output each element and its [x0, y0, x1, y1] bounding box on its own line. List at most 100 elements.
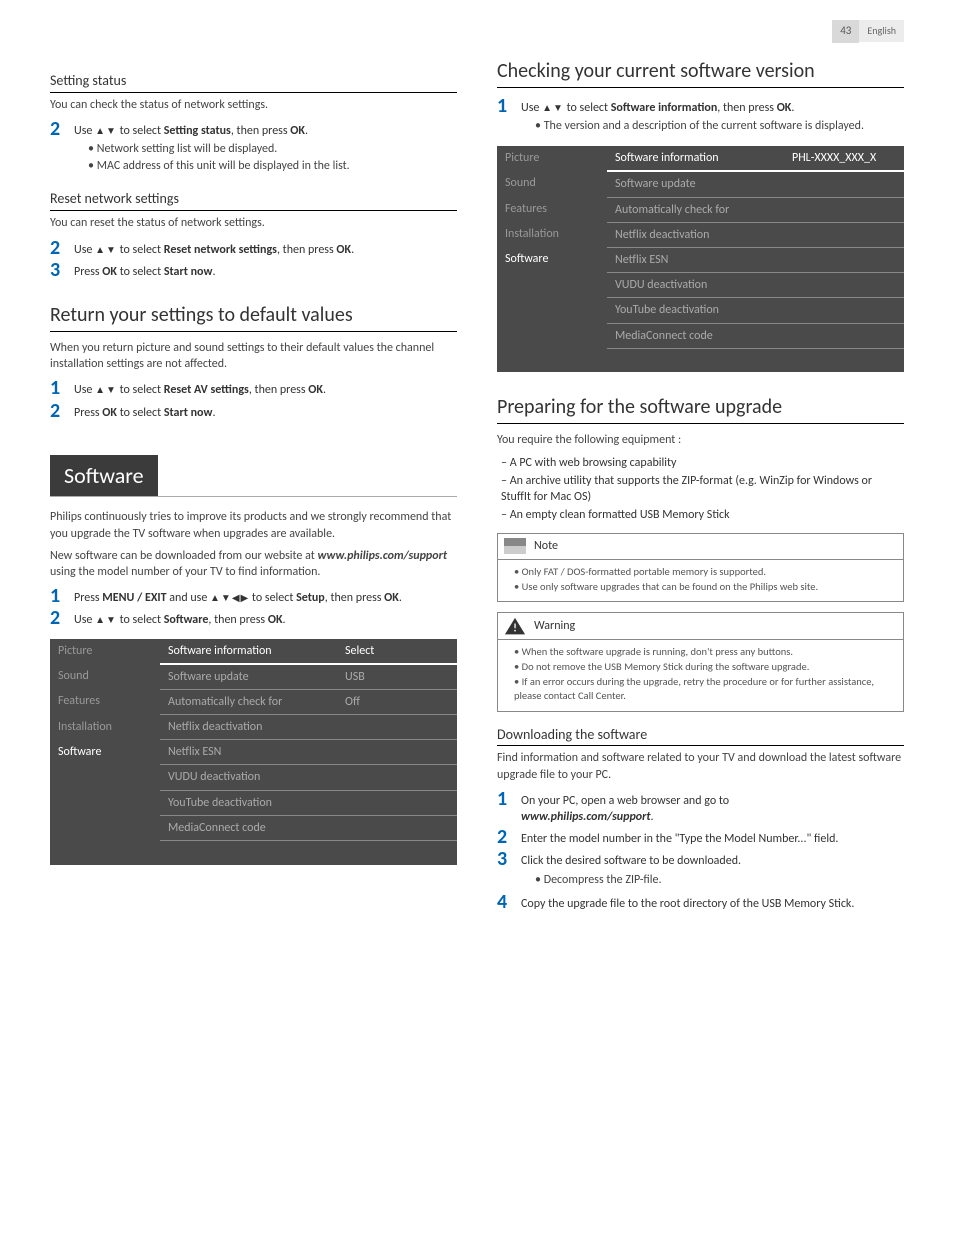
step-number: 2	[50, 401, 64, 421]
menu-side-item: Installation	[497, 222, 607, 247]
heading-reset-network: Reset network settings	[50, 190, 457, 211]
step-body: Use ▲▼ to select Software information, t…	[521, 96, 904, 136]
menu-row-label: MediaConnect code	[607, 323, 784, 348]
menu-row-label: Netflix ESN	[607, 247, 784, 272]
software-banner-wrap: Software	[50, 425, 457, 498]
menu-side-item: Picture	[497, 146, 607, 171]
software-intro-1: Philips continuously tries to improve it…	[50, 509, 457, 541]
menu-row-label: Software information	[607, 146, 784, 171]
menu-side-item	[497, 298, 607, 323]
menu-side-item: Picture	[50, 639, 160, 664]
step-body: Use ▲▼ to select Software, then press OK…	[74, 608, 457, 628]
step-body: Copy the upgrade file to the root direct…	[521, 892, 904, 912]
step-body: Use ▲▼ to select Reset AV settings, then…	[74, 378, 457, 398]
prep-desc: You require the following equipment :	[497, 432, 904, 448]
menu-row-label: VUDU deactivation	[607, 273, 784, 298]
menu-row-value: Off	[337, 689, 457, 714]
support-url: www.philips.com/support	[317, 549, 447, 563]
note-box: Note Only FAT / DOS-formatted portable m…	[497, 533, 904, 602]
step-body: Press OK to select Start now.	[74, 401, 457, 421]
menu-row-label: Automatically check for	[607, 197, 784, 222]
step-body: Press MENU / EXIT and use ▲▼◀▶ to select…	[74, 586, 457, 606]
menu-row-value	[784, 247, 904, 272]
menu-row-value: USB	[337, 664, 457, 690]
menu-row-value	[784, 298, 904, 323]
menu-row-label: Netflix deactivation	[160, 715, 337, 740]
heading-setting-status: Setting status	[50, 72, 457, 93]
arrows-icon: ▲▼◀▶	[210, 591, 249, 604]
software-menu-table: PictureSoftware informationSelectSoundSo…	[50, 639, 457, 865]
menu-row-label: Automatically check for	[160, 689, 337, 714]
menu-row-label: YouTube deactivation	[607, 298, 784, 323]
menu-row-value	[784, 323, 904, 348]
menu-row-value: PHL-XXXX_XXX_X	[784, 146, 904, 171]
menu-row-value	[337, 790, 457, 815]
defaults-desc: When you return picture and sound settin…	[50, 340, 457, 372]
menu-row-value	[784, 222, 904, 247]
note-icon	[504, 538, 526, 554]
step-number: 2	[497, 827, 511, 847]
bullet: The version and a description of the cur…	[535, 118, 904, 134]
dash-item: A PC with web browsing capability	[501, 455, 904, 471]
step-number: 3	[50, 260, 64, 280]
menu-side-item: Installation	[50, 715, 160, 740]
step-number: 1	[497, 96, 511, 116]
updown-icon: ▲▼	[95, 383, 117, 396]
download-desc: Find information and software related to…	[497, 750, 904, 782]
step-body: Click the desired software to be downloa…	[521, 849, 904, 889]
menu-row-value	[337, 765, 457, 790]
menu-side-item	[50, 815, 160, 840]
software-intro-2: New software can be downloaded from our …	[50, 548, 457, 580]
menu-row-label: VUDU deactivation	[160, 765, 337, 790]
menu-row-value	[337, 715, 457, 740]
software-banner: Software	[50, 455, 158, 497]
menu-row-value	[337, 740, 457, 765]
menu-side-item: Features	[497, 197, 607, 222]
note-title: Note	[534, 538, 558, 554]
setting-status-desc: You can check the status of network sett…	[50, 97, 457, 113]
menu-row-label: Software information	[160, 639, 337, 664]
software-info-menu-table: PictureSoftware informationPHL-XXXX_XXX_…	[497, 146, 904, 372]
menu-side-item: Software	[50, 740, 160, 765]
updown-icon: ▲▼	[95, 243, 117, 256]
bullet: Decompress the ZIP-file.	[535, 872, 904, 888]
step-number: 3	[497, 849, 511, 869]
step-number: 1	[497, 789, 511, 809]
menu-row-value	[337, 815, 457, 840]
menu-row-label: Software update	[607, 171, 784, 197]
svg-text:!: !	[513, 621, 517, 634]
menu-row-label: Software update	[160, 664, 337, 690]
menu-row-value	[784, 171, 904, 197]
right-column: Checking your current software version 1…	[497, 58, 904, 916]
step-body: Press OK to select Start now.	[74, 260, 457, 280]
menu-row-label: Netflix deactivation	[607, 222, 784, 247]
menu-side-item	[497, 273, 607, 298]
menu-side-item	[50, 790, 160, 815]
menu-row-value	[784, 273, 904, 298]
warning-bullet: When the software upgrade is running, do…	[514, 645, 893, 659]
step-number: 2	[50, 119, 64, 139]
menu-side-item: Sound	[50, 664, 160, 690]
updown-icon: ▲▼	[95, 124, 117, 137]
menu-row-value: Select	[337, 639, 457, 664]
support-url: www.philips.com/support	[521, 810, 651, 824]
step-body: Use ▲▼ to select Setting status, then pr…	[74, 119, 457, 177]
bullet: Network setting list will be displayed.	[88, 141, 457, 157]
step-number: 2	[50, 238, 64, 258]
dash-item: An archive utility that supports the ZIP…	[501, 473, 904, 505]
page-header: 43English	[50, 20, 904, 43]
menu-row-label: YouTube deactivation	[160, 790, 337, 815]
warning-bullet: If an error occurs during the upgrade, r…	[514, 675, 893, 703]
step-number: 2	[50, 608, 64, 628]
left-column: Setting status You can check the status …	[50, 58, 457, 916]
step-body: Use ▲▼ to select Reset network settings,…	[74, 238, 457, 258]
menu-side-item: Sound	[497, 171, 607, 197]
step-body: Enter the model number in the "Type the …	[521, 827, 904, 847]
menu-side-item: Software	[497, 247, 607, 272]
heading-downloading: Downloading the software	[497, 726, 904, 747]
step-body: On your PC, open a web browser and go to…	[521, 789, 904, 825]
menu-side-item	[50, 765, 160, 790]
menu-row-label: MediaConnect code	[160, 815, 337, 840]
updown-icon: ▲▼	[95, 613, 117, 626]
bullet: MAC address of this unit will be display…	[88, 158, 457, 174]
